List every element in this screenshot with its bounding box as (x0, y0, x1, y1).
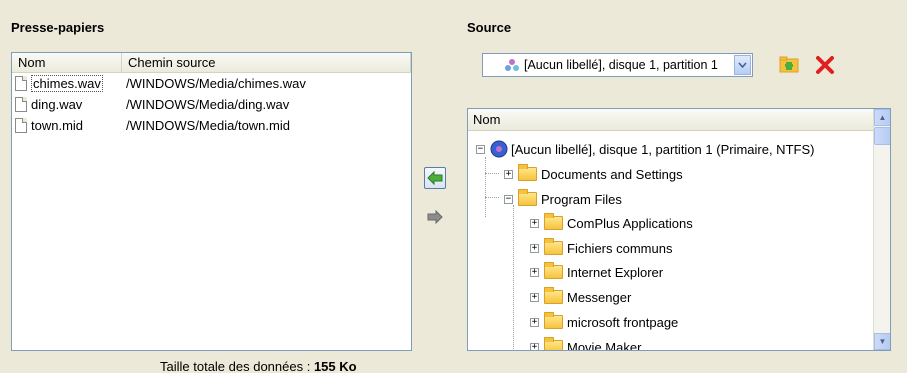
file-icon (15, 76, 27, 91)
file-name: chimes.wav (31, 75, 103, 92)
folder-icon (544, 312, 563, 329)
file-path: /WINDOWS/Media/town.mid (126, 118, 290, 133)
expand-icon[interactable]: + (530, 267, 539, 277)
folder-add-icon (779, 56, 799, 73)
tree-node-complus-applications[interactable]: + ComPlus Applications (530, 211, 693, 235)
total-size-value: 155 Ko (313, 359, 357, 373)
folder-icon (544, 238, 563, 255)
scroll-down-button[interactable]: ▼ (874, 333, 890, 350)
tree-node-internet-explorer[interactable]: + Internet Explorer (530, 260, 663, 284)
source-partition-select[interactable]: [Aucun libellé], disque 1, partition 1 (482, 53, 753, 77)
tree-node-microsoft-frontpage[interactable]: + microsoft frontpage (530, 310, 678, 334)
column-header-source-path[interactable]: Chemin source (122, 53, 411, 72)
scroll-thumb[interactable] (874, 127, 890, 145)
tree-node-movie-maker[interactable]: + Movie Maker (530, 335, 642, 351)
clipboard-list[interactable]: Nom Chemin source chimes.wav /WINDOWS/Me… (11, 52, 412, 351)
file-path: /WINDOWS/Media/ding.wav (126, 97, 290, 112)
disk-icon (490, 140, 508, 158)
expand-icon[interactable]: + (530, 317, 539, 327)
column-header-name[interactable]: Nom (12, 53, 122, 72)
file-name: town.mid (31, 118, 84, 133)
copy-to-clipboard-button[interactable] (424, 167, 446, 189)
add-source-button[interactable] (779, 55, 799, 73)
tree-node-program-files[interactable]: − Program Files (504, 187, 622, 211)
folder-icon (544, 262, 563, 279)
list-item[interactable]: ding.wav /WINDOWS/Media/ding.wav (12, 94, 411, 115)
total-size-label: Taille totale des données : (160, 359, 311, 373)
close-icon (816, 56, 834, 74)
collapse-icon[interactable]: − (504, 194, 513, 204)
expand-icon[interactable]: + (530, 218, 539, 228)
arrow-right-icon (427, 210, 443, 224)
tree-node-fichiers-communs[interactable]: + Fichiers communs (530, 236, 672, 260)
remove-source-button[interactable] (815, 55, 835, 75)
source-tree-header: Nom (468, 109, 890, 131)
folder-icon (518, 164, 537, 181)
expand-icon[interactable]: + (504, 169, 513, 179)
list-item[interactable]: chimes.wav /WINDOWS/Media/chimes.wav (12, 73, 411, 94)
tree-node-label: ComPlus Applications (567, 215, 693, 231)
tree-node-messenger[interactable]: + Messenger (530, 285, 631, 309)
clipboard-title: Presse-papiers (11, 20, 105, 35)
scroll-up-button[interactable]: ▲ (874, 109, 890, 126)
tree-node-root[interactable]: − [Aucun libellé], disque 1, partition 1… (476, 137, 814, 161)
tree-node-label: Program Files (541, 191, 622, 207)
tree-node-label: Messenger (567, 289, 632, 305)
expand-icon[interactable]: + (530, 292, 539, 302)
file-icon (15, 118, 27, 133)
tree-node-label: Movie Maker (567, 339, 642, 351)
collapse-icon[interactable]: − (476, 144, 485, 154)
tree-node-label: Internet Explorer (567, 264, 664, 280)
column-header-name[interactable]: Nom (468, 109, 874, 130)
arrow-left-icon (427, 171, 443, 185)
source-title: Source (467, 20, 512, 35)
tree-node-label: Fichiers communs (567, 240, 673, 256)
tree-node-label: Documents and Settings (541, 166, 683, 182)
remove-from-clipboard-button[interactable] (424, 206, 446, 228)
folder-icon (544, 287, 563, 304)
clipboard-list-header: Nom Chemin source (12, 53, 411, 73)
tree-scrollbar[interactable]: ▲ ▼ (873, 109, 890, 350)
tree-node-documents-and-settings[interactable]: + Documents and Settings (504, 162, 683, 186)
source-partition-value: [Aucun libellé], disque 1, partition 1 (524, 58, 718, 72)
source-tree[interactable]: Nom − [Aucun libellé], disque 1, partiti… (467, 108, 891, 351)
total-size: Taille totale des données : 155 Ko (160, 359, 357, 373)
list-item[interactable]: town.mid /WINDOWS/Media/town.mid (12, 115, 411, 136)
folder-icon (544, 213, 563, 230)
folder-icon (544, 337, 563, 350)
tree-node-label: [Aucun libellé], disque 1, partition 1 (… (511, 141, 815, 157)
expand-icon[interactable]: + (530, 342, 539, 350)
tree-node-label: microsoft frontpage (567, 314, 679, 330)
folder-icon (518, 189, 537, 206)
expand-icon[interactable]: + (530, 243, 539, 253)
partition-icon (505, 59, 519, 71)
file-icon (15, 97, 27, 112)
file-name: ding.wav (31, 97, 83, 112)
chevron-down-icon[interactable] (734, 55, 751, 75)
file-path: /WINDOWS/Media/chimes.wav (126, 76, 306, 91)
